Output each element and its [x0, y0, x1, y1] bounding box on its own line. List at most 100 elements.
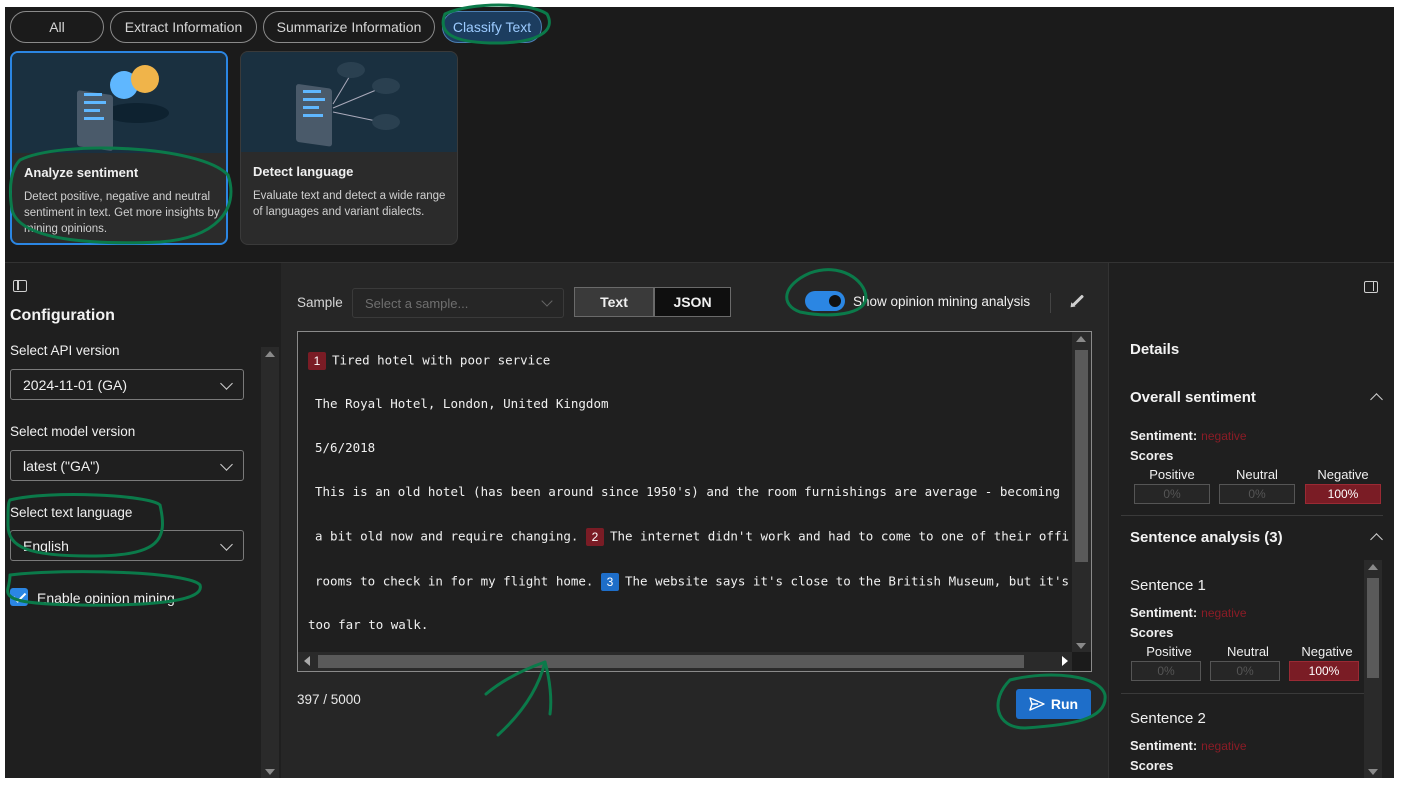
scroll-down-icon[interactable]	[1076, 643, 1086, 649]
sentiment-row: Sentiment: negative	[1130, 428, 1247, 443]
api-version-dropdown[interactable]: 2024-11-01 (GA)	[10, 369, 244, 400]
sentiment-value: negative	[1201, 739, 1247, 753]
filter-extract-information[interactable]: Extract Information	[110, 11, 257, 43]
editor-line: 1 Tired hotel with poor service	[308, 352, 550, 370]
app-window: All Extract Information Summarize Inform…	[5, 7, 1394, 778]
opinion-mining-toggle-label: Show opinion mining analysis	[853, 294, 1031, 309]
neutral-label: Neutral	[1227, 644, 1269, 659]
scroll-corner	[1072, 652, 1091, 671]
scores-label: Scores	[1130, 448, 1174, 463]
scores-label: Scores	[1130, 625, 1174, 640]
divider	[1121, 515, 1383, 516]
card-title: Analyze sentiment	[24, 165, 139, 180]
chevron-up-icon[interactable]	[1370, 533, 1383, 546]
card-analyze-sentiment[interactable]: Analyze sentiment Detect positive, negat…	[10, 51, 228, 245]
editor-line-text: 5/6/2018	[315, 440, 376, 455]
chevron-up-icon[interactable]	[1370, 393, 1383, 406]
tab-json[interactable]: JSON	[654, 287, 731, 317]
divider	[1121, 693, 1365, 694]
config-scrollbar[interactable]	[261, 347, 279, 778]
language-illustration	[241, 52, 457, 152]
editor-vertical-scrollbar[interactable]	[1072, 332, 1091, 653]
sentence-number-badge: 1	[308, 352, 326, 370]
model-version-dropdown[interactable]: latest ("GA")	[10, 450, 244, 481]
scroll-down-icon[interactable]	[1368, 769, 1378, 775]
sentiment-value: negative	[1201, 429, 1247, 443]
editor-line: This is an old hotel (has been around si…	[315, 484, 1060, 499]
editor-line-text: This is an old hotel (has been around si…	[315, 484, 1061, 499]
sentiment-label: Sentiment:	[1130, 738, 1198, 753]
scroll-left-icon[interactable]	[304, 656, 310, 666]
sentiment-illustration	[12, 53, 226, 153]
collapse-panel-icon[interactable]	[13, 280, 27, 292]
chevron-down-icon	[220, 538, 233, 551]
neutral-score: 0%	[1219, 484, 1295, 504]
text-language-dropdown[interactable]: English	[10, 530, 244, 561]
sample-select[interactable]: Select a sample...	[352, 288, 564, 318]
expand-panel-icon[interactable]	[1364, 281, 1378, 293]
editor-horizontal-scrollbar[interactable]	[298, 652, 1074, 671]
editor-line: 5/6/2018	[315, 440, 375, 455]
scroll-up-icon[interactable]	[265, 351, 275, 357]
tab-text[interactable]: Text	[574, 287, 654, 317]
scenario-gallery: All Extract Information Summarize Inform…	[5, 7, 1394, 262]
chevron-down-icon	[220, 458, 233, 471]
card-description: Detect positive, negative and neutral se…	[24, 191, 220, 235]
editor-line-text: The website says it's close to the Briti…	[624, 573, 1069, 589]
scroll-right-icon[interactable]	[1062, 656, 1068, 666]
sentiment-row: Sentiment: negative	[1130, 738, 1247, 753]
scroll-up-icon[interactable]	[1076, 336, 1086, 342]
opinion-mining-checkbox[interactable]	[10, 588, 28, 606]
card-detect-language[interactable]: Detect language Evaluate text and detect…	[240, 51, 458, 245]
overall-sentiment-title: Overall sentiment	[1130, 389, 1256, 406]
negative-score: 100%	[1289, 661, 1359, 681]
divider	[1050, 293, 1051, 313]
sample-label: Sample	[297, 295, 343, 310]
scroll-thumb[interactable]	[318, 655, 1024, 668]
positive-score: 0%	[1131, 661, 1201, 681]
editor-line-text: The Royal Hotel, London, United Kingdom	[315, 396, 609, 411]
sentiment-row: Sentiment: negative	[1130, 605, 1247, 620]
api-version-value: 2024-11-01 (GA)	[23, 376, 128, 393]
positive-label: Positive	[1149, 467, 1195, 482]
details-scrollbar[interactable]	[1364, 560, 1382, 778]
neutral-score: 0%	[1210, 661, 1280, 681]
filter-all[interactable]: All	[10, 11, 104, 43]
editor-line: a bit old now and require changing. 2 The…	[315, 528, 1069, 546]
scroll-thumb[interactable]	[1367, 578, 1379, 678]
editor-line-text: too far to walk.	[308, 617, 429, 632]
sentiment-label: Sentiment:	[1130, 428, 1198, 443]
sentence-1-title: Sentence 1	[1130, 577, 1206, 594]
text-language-label: Select text language	[10, 505, 133, 520]
editor-line-text: a bit old now and require changing.	[315, 528, 579, 544]
text-editor[interactable]: 1 Tired hotel with poor service The Royal…	[297, 331, 1092, 672]
scroll-thumb[interactable]	[1075, 350, 1088, 562]
editor-line-text: rooms to check in for my flight home.	[315, 573, 594, 589]
chevron-down-icon	[541, 295, 553, 307]
negative-score: 100%	[1305, 484, 1381, 504]
run-button[interactable]: Run	[1016, 689, 1091, 719]
editor-line-text: Tired hotel with poor service	[332, 352, 551, 368]
scroll-down-icon[interactable]	[265, 769, 275, 775]
model-version-value: latest ("GA")	[23, 457, 100, 474]
filter-summarize-information[interactable]: Summarize Information	[263, 11, 435, 43]
api-version-label: Select API version	[10, 343, 120, 358]
editor-line: The Royal Hotel, London, United Kingdom	[315, 396, 609, 411]
run-label: Run	[1050, 696, 1079, 712]
editor-line-text: The internet didn't work and had to come…	[609, 528, 1070, 544]
editor-line: too far to walk.	[308, 617, 428, 632]
opinion-mining-toggle[interactable]	[805, 291, 845, 311]
positive-label: Positive	[1146, 644, 1192, 659]
details-title: Details	[1130, 341, 1180, 358]
edit-pencil-icon[interactable]	[1071, 294, 1085, 307]
sentence-number-badge: 2	[585, 528, 604, 546]
scroll-up-icon[interactable]	[1368, 564, 1378, 570]
configuration-panel: Configuration Select API version 2024-11…	[5, 262, 281, 778]
filter-classify-text[interactable]: Classify Text	[442, 11, 542, 43]
editor-line: rooms to check in for my flight home. 3T…	[315, 573, 1069, 591]
details-panel: Details Overall sentiment Sentiment: nega…	[1108, 262, 1394, 778]
opinion-mining-label: Enable opinion mining	[37, 590, 175, 606]
card-description: Evaluate text and detect a wide range of…	[253, 190, 446, 218]
sentence-number-badge: 3	[600, 573, 619, 591]
positive-score: 0%	[1134, 484, 1210, 504]
